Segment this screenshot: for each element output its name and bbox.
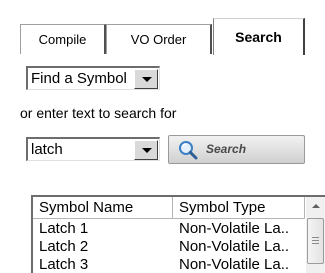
grip-line xyxy=(312,240,319,241)
tab-vo-order[interactable]: VO Order xyxy=(106,24,212,54)
search-text-value: latch xyxy=(31,141,63,158)
find-type-dropdown[interactable]: Find a Symbol xyxy=(26,66,160,90)
results-list[interactable]: Symbol Name Symbol Type Latch 1 Non-Vola… xyxy=(31,195,325,273)
table-row[interactable]: Latch 1 Non-Volatile La.. xyxy=(33,220,305,237)
search-panel: Compile VO Order Search Find a Symbol or… xyxy=(0,0,325,273)
search-text-combo[interactable]: latch xyxy=(26,137,160,161)
symbol-type-cell: Non-Volatile La.. xyxy=(179,256,290,273)
tab-search[interactable]: Search xyxy=(213,18,305,55)
scroll-up-button[interactable] xyxy=(306,197,325,215)
find-type-value: Find a Symbol xyxy=(31,70,127,87)
symbol-name-cell: Latch 2 xyxy=(39,238,89,255)
grip-line xyxy=(312,237,319,238)
table-row[interactable]: Latch 2 Non-Volatile La.. xyxy=(33,238,305,255)
magnifier-icon xyxy=(177,140,199,160)
search-text-dropdown-button[interactable] xyxy=(134,140,158,160)
chevron-up-icon xyxy=(312,204,320,208)
symbol-type-cell: Non-Volatile La.. xyxy=(179,238,290,255)
search-hint-label: or enter text to search for xyxy=(20,105,177,121)
chevron-down-icon xyxy=(142,77,152,82)
vertical-scrollbar[interactable] xyxy=(306,197,325,273)
search-button-label: Search xyxy=(206,142,247,156)
symbol-name-cell: Latch 1 xyxy=(39,220,89,237)
column-header-symbol-type[interactable]: Symbol Type xyxy=(173,197,305,219)
tab-compile[interactable]: Compile xyxy=(20,24,106,54)
symbol-name-cell: Latch 3 xyxy=(39,256,89,273)
chevron-down-icon xyxy=(142,148,152,153)
find-type-dropdown-button[interactable] xyxy=(134,69,158,89)
search-button[interactable]: Search xyxy=(168,135,305,164)
column-header-symbol-name[interactable]: Symbol Name xyxy=(33,197,173,219)
symbol-type-cell: Non-Volatile La.. xyxy=(179,220,290,237)
scroll-thumb[interactable] xyxy=(307,218,324,264)
table-row[interactable]: Latch 3 Non-Volatile La.. xyxy=(33,256,305,273)
grip-line xyxy=(312,243,319,244)
tab-strip: Compile VO Order Search xyxy=(20,12,320,55)
